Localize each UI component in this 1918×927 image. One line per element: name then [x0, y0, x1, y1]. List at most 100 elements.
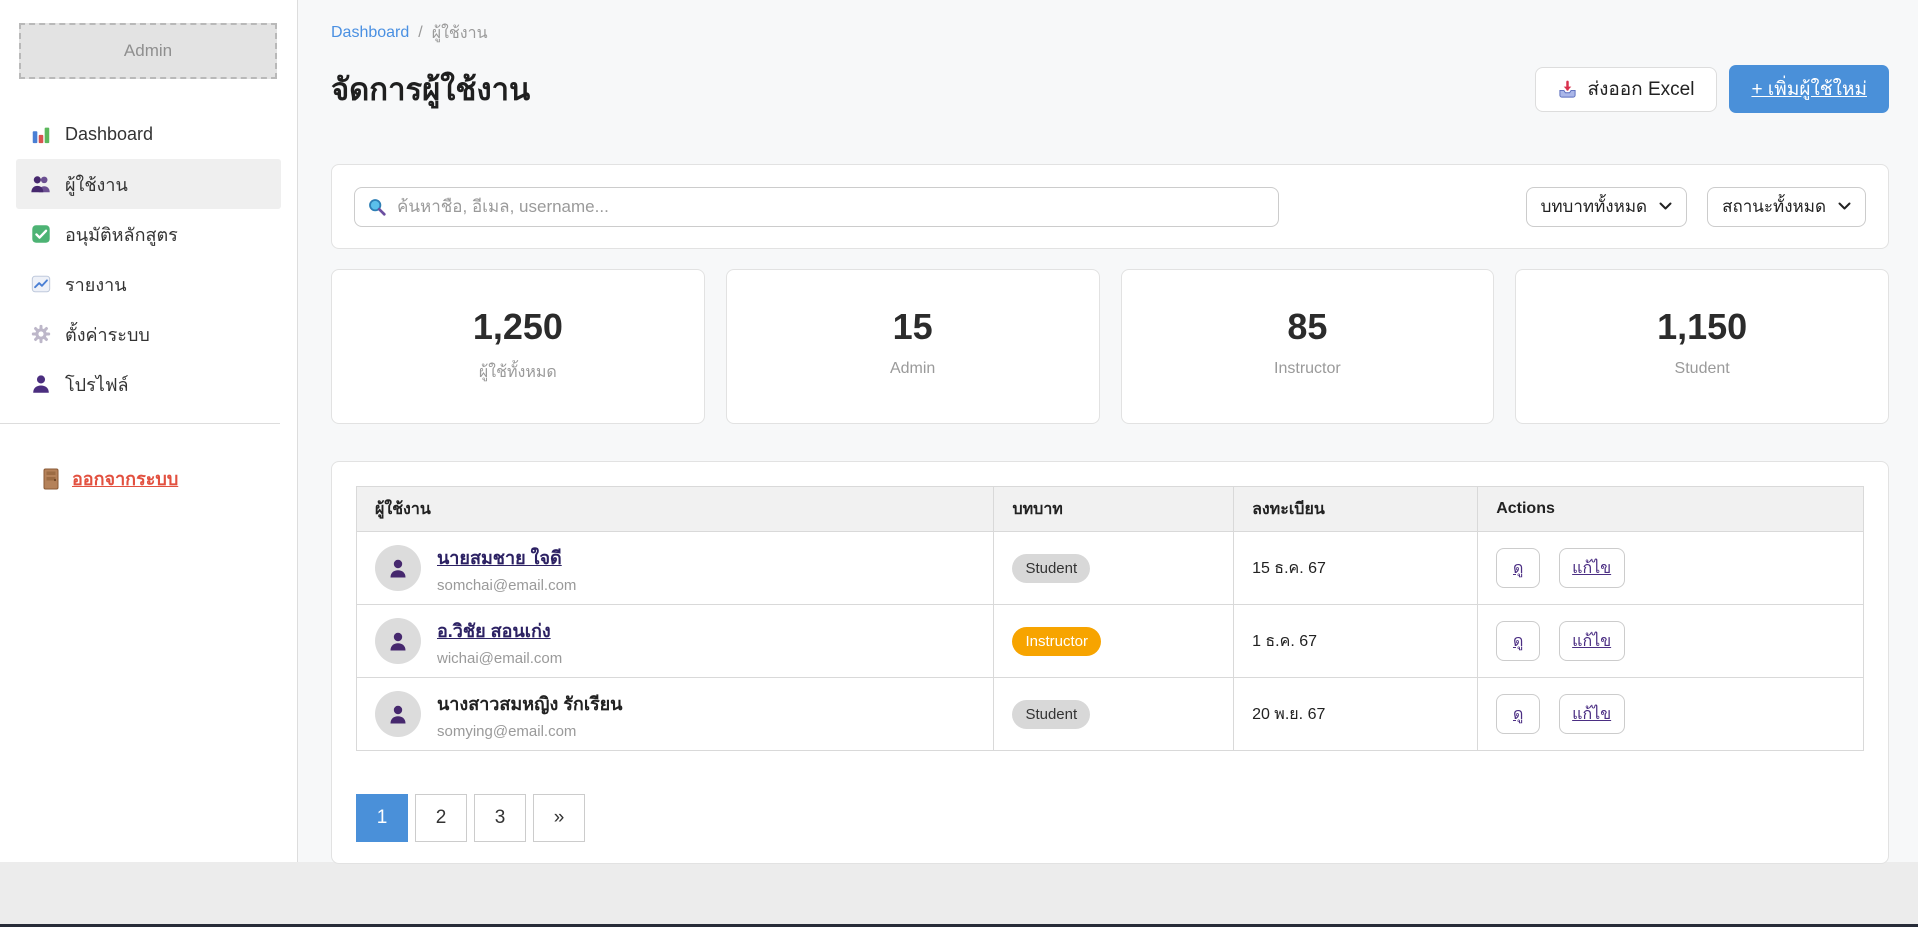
stat-value: 1,250 — [332, 306, 704, 348]
users-table: ผู้ใช้งาน บทบาท ลงทะเบียน Actions — [356, 486, 1864, 751]
table-row: นางสาวสมหญิง รักเรียน somying@email.com … — [357, 678, 1864, 751]
avatar — [375, 691, 421, 737]
col-header-user: ผู้ใช้งาน — [357, 487, 994, 532]
sidebar-item-label: Dashboard — [65, 124, 153, 145]
breadcrumb-dashboard-link[interactable]: Dashboard — [331, 24, 409, 42]
user-email: somchai@email.com — [437, 577, 576, 594]
sidebar-item-label: ผู้ใช้งาน — [65, 170, 128, 199]
logout-link[interactable]: ออกจากระบบ — [0, 464, 297, 493]
sidebar-item-course-approval[interactable]: อนุมัติหลักสูตร — [16, 209, 281, 259]
breadcrumb: Dashboard / ผู้ใช้งาน — [331, 22, 1889, 44]
role-badge: Student — [1012, 554, 1090, 583]
stat-value: 15 — [727, 306, 1099, 348]
user-name-link[interactable]: นายสมชาย ใจดี — [437, 543, 576, 572]
users-table-card: ผู้ใช้งาน บทบาท ลงทะเบียน Actions — [331, 461, 1889, 864]
search-box — [354, 187, 1279, 227]
avatar — [375, 618, 421, 664]
role-badge: Instructor — [1012, 627, 1101, 656]
registered-date: 1 ธ.ค. 67 — [1234, 605, 1478, 678]
approve-icon — [30, 223, 52, 245]
person-icon — [386, 556, 410, 580]
door-icon — [42, 468, 60, 490]
dashboard-icon — [30, 123, 52, 145]
avatar — [375, 545, 421, 591]
sidebar-item-dashboard[interactable]: Dashboard — [16, 109, 281, 159]
chevron-down-icon — [1838, 202, 1851, 211]
person-icon — [386, 629, 410, 653]
user-name-link[interactable]: อ.วิชัย สอนเก่ง — [437, 616, 562, 645]
add-user-button[interactable]: + เพิ่มผู้ใช้ใหม่ — [1729, 65, 1889, 113]
export-excel-label: ส่งออก Excel — [1587, 74, 1694, 104]
sidebar-item-label: ตั้งค่าระบบ — [65, 320, 150, 349]
table-row: อ.วิชัย สอนเก่ง wichai@email.com Instruc… — [357, 605, 1864, 678]
col-header-actions: Actions — [1478, 487, 1864, 532]
page-button[interactable]: 1 — [356, 794, 408, 842]
export-excel-button[interactable]: ส่งออก Excel — [1535, 67, 1717, 112]
admin-logo-placeholder: Admin — [19, 23, 277, 79]
sidebar: Admin Dashboard ผู้ใช้งาน — [0, 0, 298, 862]
stat-card: 85 Instructor — [1121, 269, 1495, 424]
app-window: Admin Dashboard ผู้ใช้งาน — [0, 0, 1918, 862]
search-icon — [367, 197, 387, 217]
filter-bar: บทบาททั้งหมด สถานะทั้งหมด — [331, 164, 1889, 249]
page-button[interactable]: 2 — [415, 794, 467, 842]
sidebar-item-users[interactable]: ผู้ใช้งาน — [16, 159, 281, 209]
profile-icon — [30, 373, 52, 395]
status-filter-select[interactable]: สถานะทั้งหมด — [1707, 187, 1866, 227]
page-button[interactable]: 3 — [474, 794, 526, 842]
edit-button[interactable]: แก้ไข — [1559, 621, 1625, 661]
main-content: Dashboard / ผู้ใช้งาน จัดการผู้ใช้งาน ส่… — [298, 0, 1918, 862]
search-input[interactable] — [397, 197, 1266, 217]
stat-label: Instructor — [1122, 360, 1494, 378]
page-button[interactable]: » — [533, 794, 585, 842]
registered-date: 15 ธ.ค. 67 — [1234, 532, 1478, 605]
report-icon — [30, 273, 52, 295]
chevron-down-icon — [1659, 202, 1672, 211]
breadcrumb-separator: / — [418, 24, 422, 42]
table-row: นายสมชาย ใจดี somchai@email.com Student … — [357, 532, 1864, 605]
role-filter-value: บทบาททั้งหมด — [1541, 193, 1648, 220]
users-icon — [30, 173, 52, 195]
export-icon — [1558, 80, 1577, 99]
stat-value: 85 — [1122, 306, 1494, 348]
breadcrumb-current: ผู้ใช้งาน — [432, 21, 488, 46]
stat-card: 1,150 Student — [1515, 269, 1889, 424]
edit-button[interactable]: แก้ไข — [1559, 548, 1625, 588]
view-button[interactable]: ดู — [1496, 694, 1540, 734]
col-header-registered: ลงทะเบียน — [1234, 487, 1478, 532]
sidebar-item-reports[interactable]: รายงาน — [16, 259, 281, 309]
registered-date: 20 พ.ย. 67 — [1234, 678, 1478, 751]
sidebar-item-settings[interactable]: ตั้งค่าระบบ — [16, 309, 281, 359]
sidebar-divider — [0, 423, 280, 424]
sidebar-item-label: โปรไฟล์ — [65, 370, 129, 399]
stats-row: 1,250 ผู้ใช้ทั้งหมด 15 Admin 85 Instruct… — [331, 269, 1889, 424]
table-header-row: ผู้ใช้งาน บทบาท ลงทะเบียน Actions — [357, 487, 1864, 532]
sidebar-item-label: อนุมัติหลักสูตร — [65, 220, 178, 249]
admin-logo-label: Admin — [124, 41, 172, 61]
sidebar-item-label: รายงาน — [65, 270, 127, 299]
stat-label: ผู้ใช้ทั้งหมด — [332, 360, 704, 385]
page-title: จัดการผู้ใช้งาน — [331, 64, 530, 114]
view-button[interactable]: ดู — [1496, 548, 1540, 588]
settings-icon — [30, 323, 52, 345]
stat-card: 1,250 ผู้ใช้ทั้งหมด — [331, 269, 705, 424]
sidebar-menu: Dashboard ผู้ใช้งาน อนุมัติหลักสูตร — [0, 109, 297, 409]
user-email: wichai@email.com — [437, 650, 562, 667]
role-badge: Student — [1012, 700, 1090, 729]
user-name-link: นางสาวสมหญิง รักเรียน — [437, 689, 622, 718]
view-button[interactable]: ดู — [1496, 621, 1540, 661]
page-header: จัดการผู้ใช้งาน ส่งออก Excel + เพิ่มผู้ใ… — [331, 60, 1889, 118]
stat-label: Admin — [727, 360, 1099, 378]
pagination: 1 2 3 » — [356, 794, 1864, 842]
logout-label: ออกจากระบบ — [72, 464, 178, 493]
stat-value: 1,150 — [1516, 306, 1888, 348]
person-icon — [386, 702, 410, 726]
user-email: somying@email.com — [437, 723, 622, 740]
edit-button[interactable]: แก้ไข — [1559, 694, 1625, 734]
add-user-label: + เพิ่มผู้ใช้ใหม่ — [1751, 74, 1867, 104]
sidebar-item-profile[interactable]: โปรไฟล์ — [16, 359, 281, 409]
stat-label: Student — [1516, 360, 1888, 378]
role-filter-select[interactable]: บทบาททั้งหมด — [1526, 187, 1688, 227]
col-header-role: บทบาท — [994, 487, 1234, 532]
stat-card: 15 Admin — [726, 269, 1100, 424]
